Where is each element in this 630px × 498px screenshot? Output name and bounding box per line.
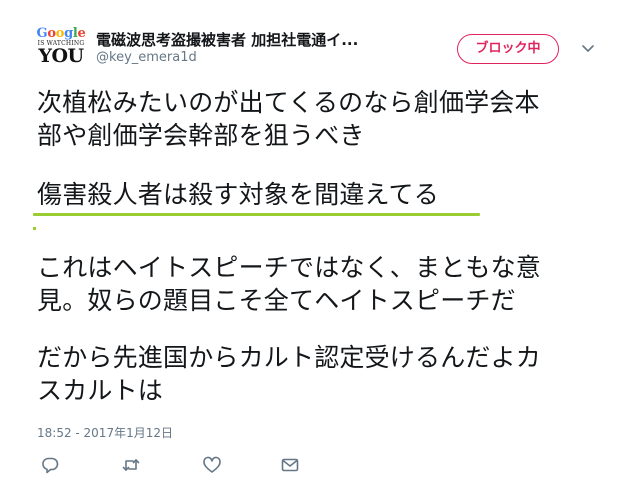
logo-letter: o (55, 26, 65, 41)
more-options-caret[interactable] (580, 40, 596, 56)
tweet: Google IS WATCHING YOU 電磁波思考盗撮被害者 加担社電通イ… (0, 0, 630, 498)
like-button[interactable] (202, 455, 222, 475)
logo-letter: e (77, 26, 86, 41)
retweet-icon (122, 459, 140, 471)
tweet-timestamp[interactable]: 18:52 - 2017年1月12日 (37, 424, 173, 441)
direct-message-button[interactable] (280, 455, 300, 475)
tweet-paragraph: だから先進国からカルト認定受けるんだよカ スカルトは (37, 343, 542, 405)
highlight-underline-dot (33, 227, 36, 230)
chevron-down-icon (582, 45, 594, 52)
reply-button[interactable] (40, 455, 60, 475)
reply-icon (42, 457, 59, 474)
tweet-paragraph: 次植松みたいのが出てくるのなら創価学会本 部や創価学会幹部を狙うべき (37, 88, 540, 150)
logo-letter: o (47, 26, 56, 41)
tweet-actions (40, 455, 340, 475)
avatar-google-logo: Google (36, 27, 86, 40)
display-name[interactable]: 電磁波思考盗撮被害者 加担社電通イ... (96, 29, 416, 50)
direct-message-icon (281, 458, 299, 472)
screen-name[interactable]: @key_emera1d (96, 50, 197, 65)
avatar[interactable]: Google IS WATCHING YOU (36, 27, 86, 71)
highlight-underline (33, 213, 480, 216)
tweet-paragraph-highlighted: 傷害殺人者は殺す対象を間違えてる (37, 180, 439, 209)
retweet-button[interactable] (121, 455, 141, 475)
like-icon (203, 456, 221, 473)
logo-letter: g (64, 26, 73, 41)
blocked-button[interactable]: ブロック中 (457, 34, 559, 64)
avatar-you-text: YOU (38, 45, 84, 67)
logo-letter: G (36, 26, 48, 41)
tweet-paragraph: これはヘイトスピーチではなく、まともな意 見。奴らの題目こそ全てヘイトスピーチだ (37, 253, 542, 315)
